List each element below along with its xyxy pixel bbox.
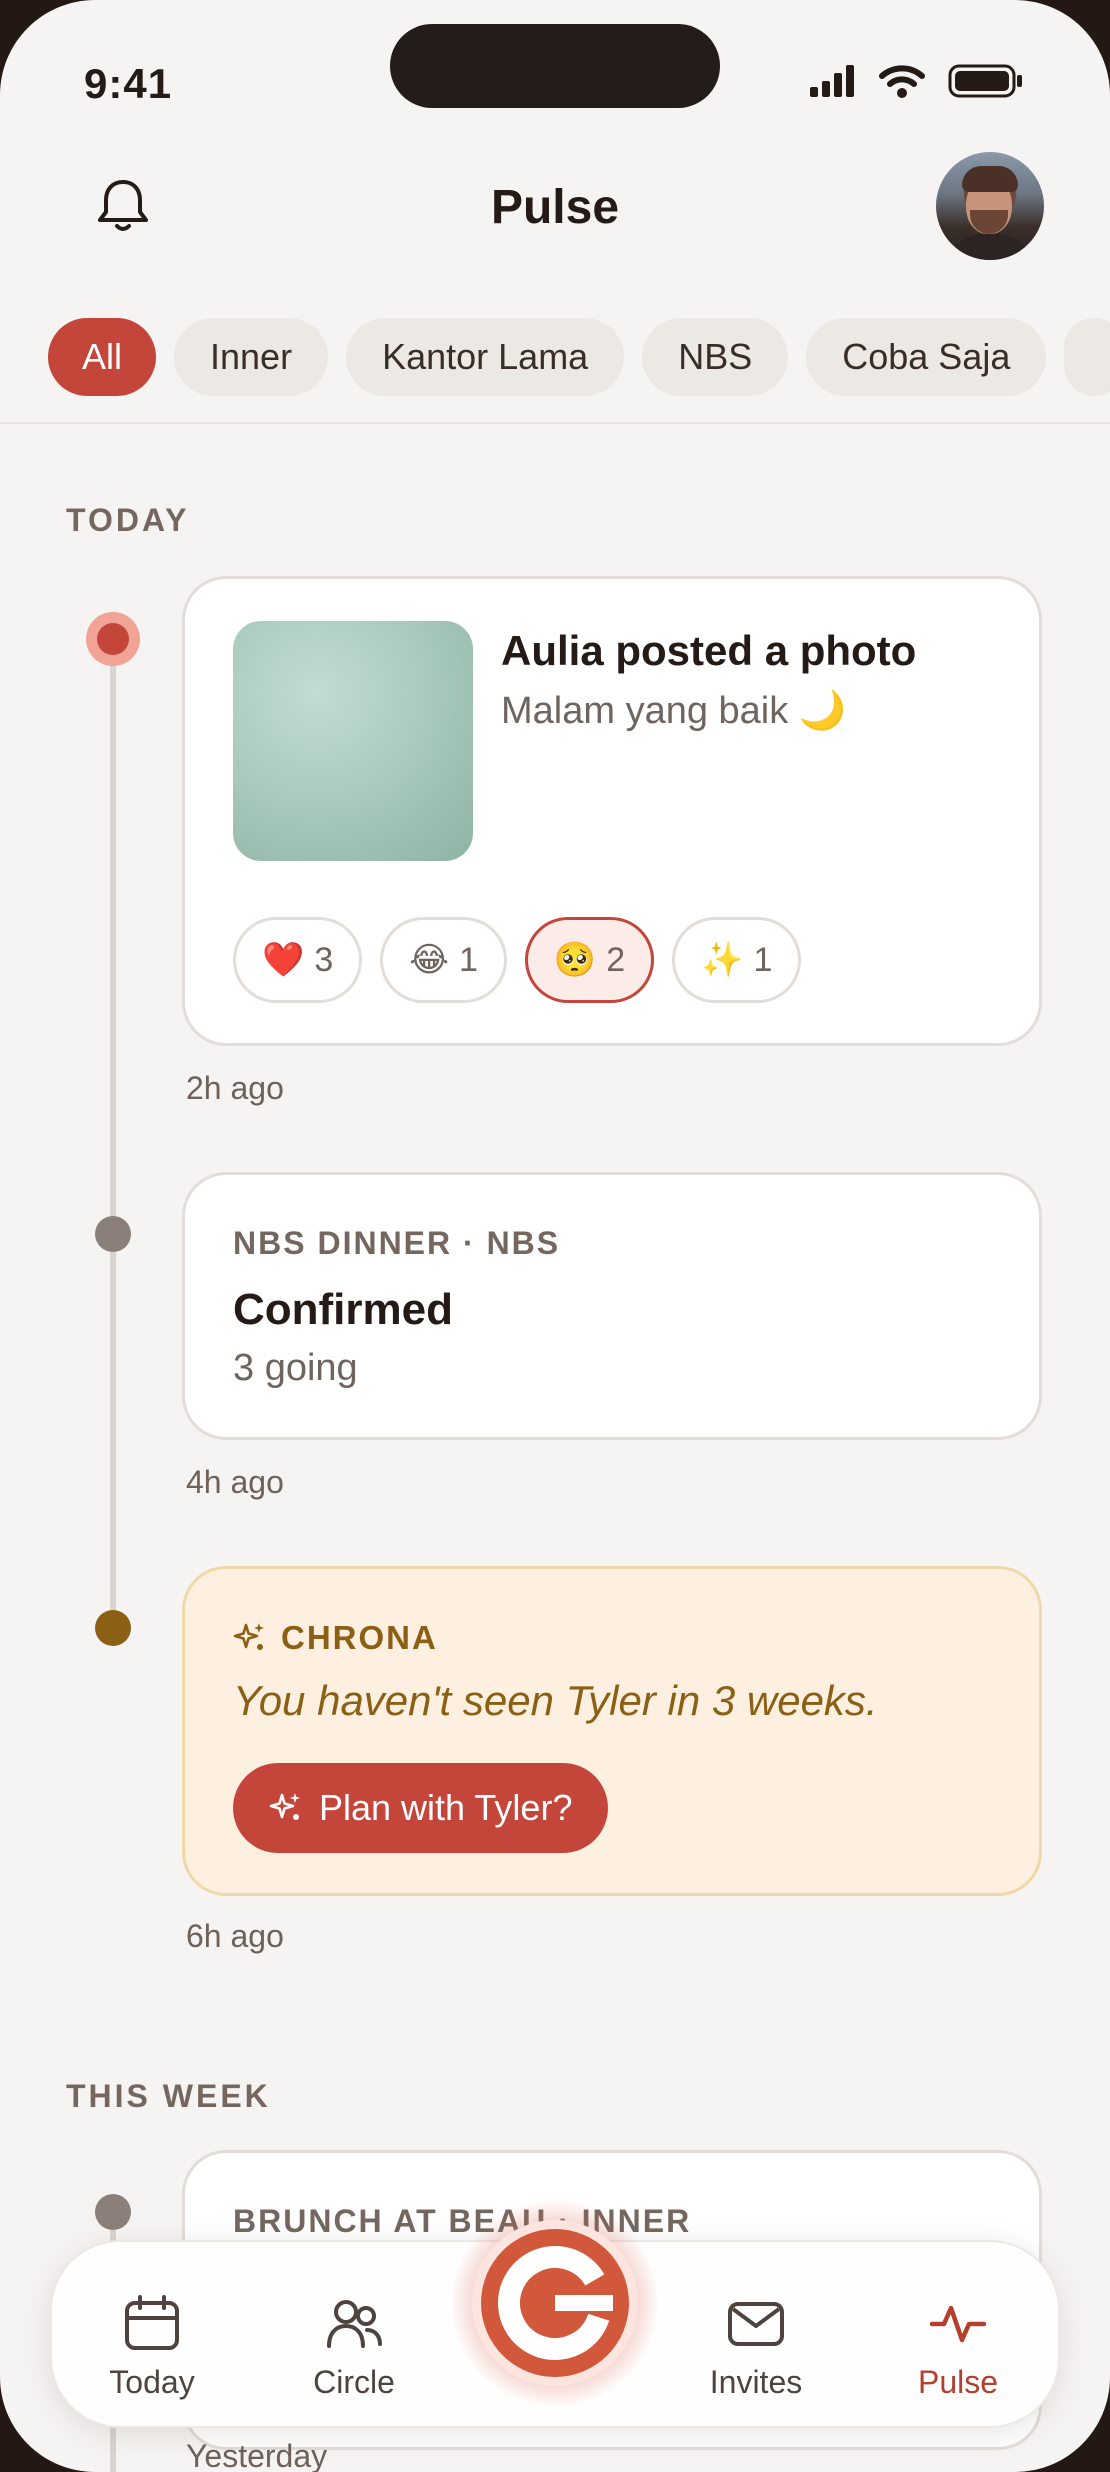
timeline-dot-chrona (95, 1610, 131, 1646)
chrona-message: You haven't seen Tyler in 3 weeks. (233, 1677, 878, 1724)
divider (0, 422, 1110, 424)
reaction-sparkles[interactable]: ✨ 1 (672, 917, 802, 1003)
event-attendance: 3 going (233, 1347, 358, 1389)
timestamp: 4h ago (186, 1464, 284, 1500)
reaction-count: 1 (753, 940, 773, 979)
mail-icon (728, 2302, 784, 2346)
status-icons (810, 64, 1024, 98)
sparkle-icon (233, 1623, 264, 1650)
timestamp: Yesterday (186, 2438, 328, 2472)
chrona-suggestion-card: CHRONA You haven't seen Tyler in 3 weeks… (182, 1566, 1042, 1896)
reaction-laugh[interactable]: 😂 1 (380, 917, 507, 1003)
event-status: Confirmed (233, 1285, 453, 1334)
reaction-pleading[interactable]: 🥺 2 (524, 917, 655, 1003)
status-time: 9:41 (84, 60, 173, 107)
chrona-kicker: CHRONA (233, 1619, 438, 1657)
plan-with-tyler-button[interactable]: Plan with Tyler? (233, 1763, 609, 1853)
create-fab-button[interactable] (472, 2220, 638, 2386)
filter-chip-kantor-lama[interactable]: Kantor Lama (346, 318, 625, 396)
nav-circle-label: Circle (313, 2364, 395, 2400)
filter-chips: All Inner Kantor Lama NBS Coba Saja (48, 318, 1110, 396)
phone-screen: 9:41 Pulse All Inner Kantor Lama NBS Cob… (0, 0, 1110, 2472)
nav-today[interactable]: Today (72, 2294, 232, 2401)
photo-post-card[interactable]: Aulia posted a photo Malam yang baik 🌙 ❤… (182, 576, 1042, 1046)
reaction-count: 3 (314, 940, 334, 979)
timeline-rail (110, 640, 116, 1640)
nav-invites[interactable]: Invites (676, 2294, 836, 2401)
section-label-today: TODAY (66, 502, 190, 538)
filter-chip-all[interactable]: All (48, 318, 157, 396)
filter-chip-overflow[interactable] (1064, 318, 1110, 396)
timestamp: 2h ago (186, 1070, 284, 1106)
filter-chip-nbs[interactable]: NBS (642, 318, 789, 396)
filter-chip-coba-saja[interactable]: Coba Saja (806, 318, 1047, 396)
sparkles-emoji-icon: ✨ (701, 941, 744, 979)
section-label-this-week: THIS WEEK (66, 2078, 271, 2114)
pulse-icon (929, 2305, 987, 2343)
people-icon (327, 2300, 382, 2348)
reaction-count: 1 (459, 940, 478, 979)
pleading-emoji-icon: 🥺 (553, 941, 597, 979)
nav-today-label: Today (109, 2364, 195, 2400)
reaction-heart[interactable]: ❤️ 3 (233, 917, 363, 1003)
battery-icon (948, 64, 1022, 98)
event-kicker: NBS DINNER · NBS (233, 1225, 561, 1261)
filter-chip-inner[interactable]: Inner (174, 318, 329, 396)
wifi-icon (879, 65, 925, 98)
nav-pulse-label: Pulse (917, 2364, 999, 2400)
laugh-emoji-icon: 😂 (409, 941, 449, 979)
chrona-label: CHRONA (281, 1619, 438, 1656)
avatar[interactable] (936, 152, 1044, 260)
plan-button-label: Plan with Tyler? (319, 1787, 573, 1828)
calendar-icon (125, 2295, 179, 2350)
nav-pulse[interactable]: Pulse (878, 2294, 1038, 2401)
timeline-dot-core (97, 623, 129, 655)
post-caption: Malam yang baik 🌙 (501, 690, 847, 732)
reaction-count: 2 (606, 940, 626, 979)
event-card[interactable]: NBS DINNER · NBS Confirmed 3 going (182, 1172, 1042, 1440)
timestamp: 6h ago (186, 1918, 284, 1954)
post-title: Aulia posted a photo (501, 627, 917, 674)
nav-circle[interactable]: Circle (274, 2294, 434, 2401)
signal-icon (810, 65, 854, 97)
reaction-bar: ❤️ 3 😂 1 🥺 2 ✨ 1 (233, 917, 802, 1003)
heart-emoji-icon: ❤️ (262, 941, 305, 979)
dynamic-island (390, 24, 720, 108)
nav-invites-label: Invites (709, 2364, 803, 2400)
photo-thumbnail[interactable] (233, 621, 473, 861)
app-logo-icon (498, 2246, 613, 2360)
timeline-dot (95, 2194, 131, 2230)
timeline-dot (95, 1216, 131, 1252)
sparkle-icon (269, 1793, 300, 1820)
